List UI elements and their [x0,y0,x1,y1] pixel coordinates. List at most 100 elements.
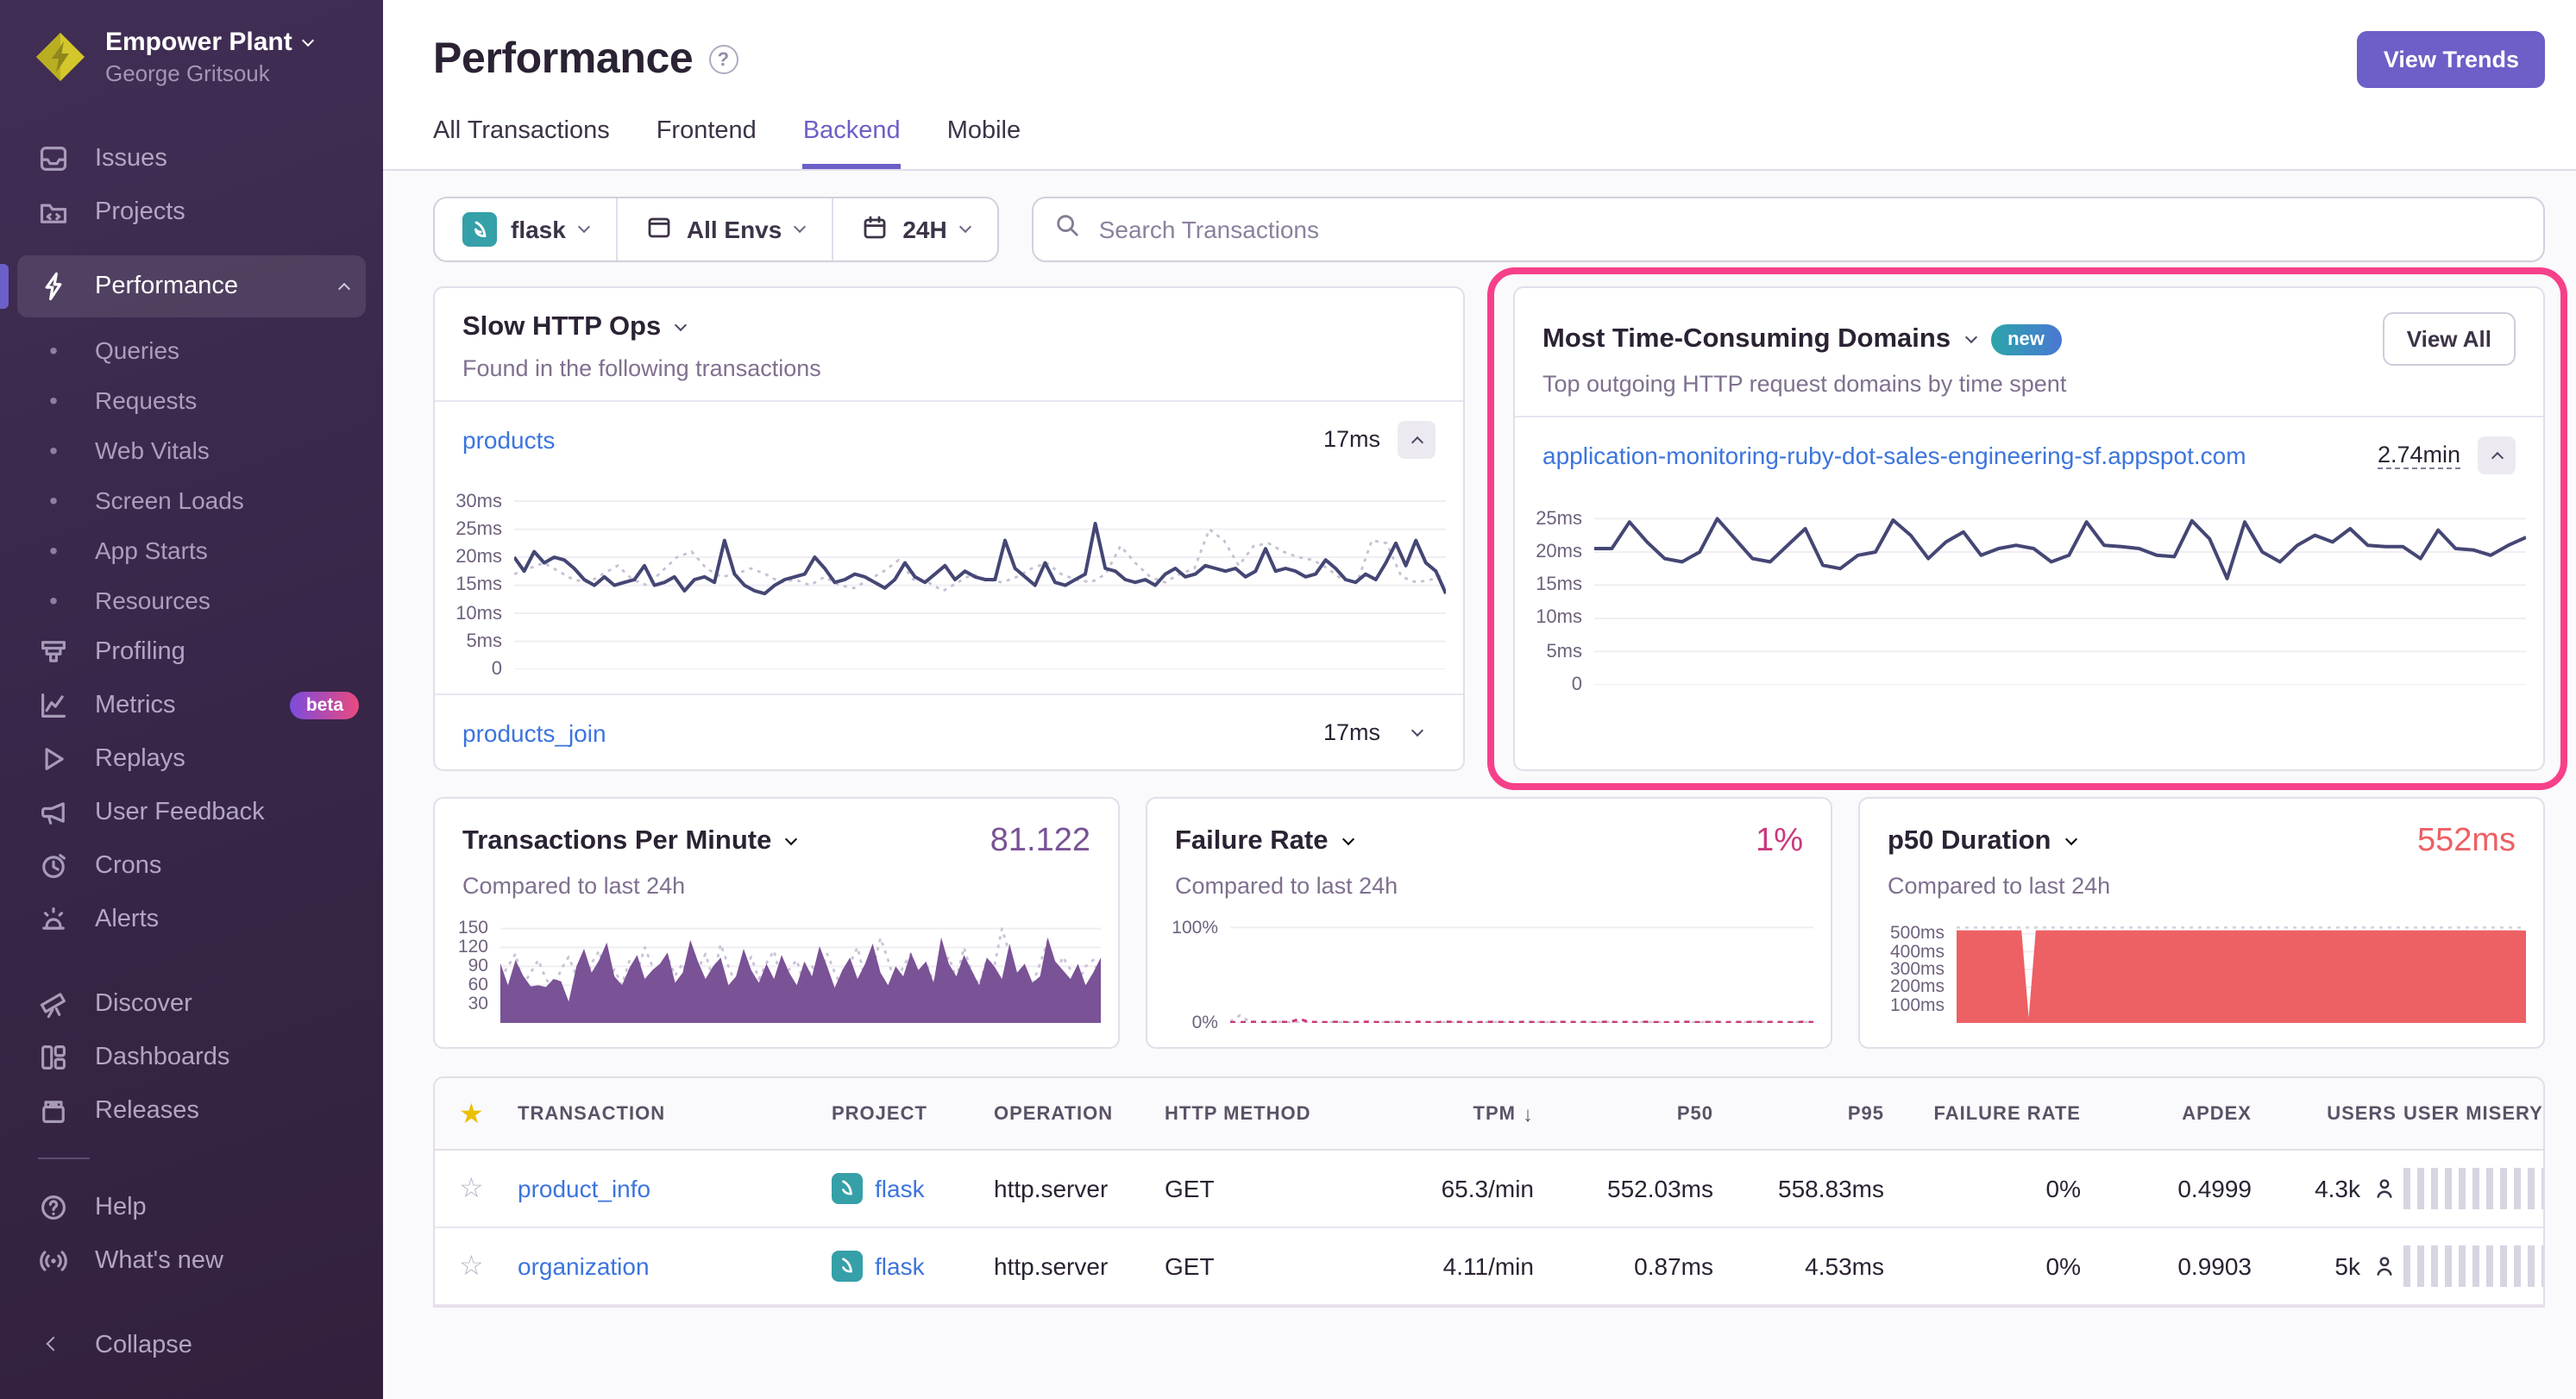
col-apdex[interactable]: APDEX [2088,1103,2252,1124]
bullet-icon: • [38,536,69,563]
sidebar-item-app-starts[interactable]: • App Starts [0,524,383,574]
clock-icon [38,850,69,881]
col-transaction[interactable]: TRANSACTION [518,1103,825,1124]
sidebar-item-performance[interactable]: Performance [17,255,366,317]
collapse-row-button[interactable] [1398,420,1436,458]
sidebar-item-web-vitals[interactable]: • Web Vitals [0,424,383,474]
cell-http-method: GET [1165,1252,1354,1280]
sidebar-item-label: Web Vitals [95,436,210,463]
widget-title: p50 Duration [1888,826,2051,857]
p50-title-dropdown[interactable]: p50 Duration [1888,826,2075,857]
sidebar-item-requests[interactable]: •Requests [0,374,383,424]
transaction-link-products[interactable]: products [462,425,555,453]
tpm-title-dropdown[interactable]: Transactions Per Minute [462,826,795,857]
flask-project-icon [832,1251,863,1282]
sidebar-item-screen-loads[interactable]: •Screen Loads [0,474,383,524]
search-transactions[interactable] [1032,197,2545,262]
sidebar-item-label: Crons [95,851,161,879]
sidebar-item-label: Replays [95,744,185,772]
tab-all-transactions[interactable]: All Transactions [433,117,610,169]
col-project[interactable]: PROJECT [832,1103,987,1124]
failure-rate-title-dropdown[interactable]: Failure Rate [1175,826,1352,857]
widget-subtitle: Compared to last 24h [435,861,1118,902]
sidebar-item-profiling[interactable]: Profiling [0,624,383,678]
widget-title: Most Time-Consuming Domains [1542,323,1951,354]
p50-duration-widget: p50 Duration 552ms Compared to last 24h … [1858,797,2545,1049]
col-p50[interactable]: P50 [1541,1103,1713,1124]
environment-filter[interactable]: All Envs [616,198,832,260]
sidebar-item-crons[interactable]: Crons [0,838,383,892]
star-outline-icon[interactable]: ☆ [459,1249,511,1283]
bullet-icon: • [38,436,69,463]
search-input[interactable] [1096,214,2523,245]
sidebar-item-discover[interactable]: Discover [0,976,383,1030]
sidebar-item-label: User Feedback [95,798,265,825]
widget-title: Transactions Per Minute [462,826,771,857]
chevron-down-icon [959,221,971,233]
cell-tpm: 65.3/min [1361,1175,1534,1202]
col-http-method[interactable]: HTTP METHOD [1165,1103,1354,1124]
transaction-link[interactable]: organization [518,1252,650,1280]
slow-http-ops-title-dropdown[interactable]: Slow HTTP Ops [462,312,1436,343]
app-root: Empower Plant George Gritsouk Issues Pro… [0,0,2576,1399]
sidebar-item-projects[interactable]: Projects [0,185,383,238]
sidebar-item-alerts[interactable]: Alerts [0,892,383,945]
page-help-icon[interactable]: ? [708,45,738,74]
tab-backend[interactable]: Backend [803,117,901,169]
collapse-row-button[interactable] [2478,436,2516,474]
sidebar-item-label: App Starts [95,536,208,563]
col-failure-rate[interactable]: FAILURE RATE [1891,1103,2081,1124]
view-trends-button[interactable]: View Trends [2358,31,2545,88]
dashboards-icon [38,1041,69,1072]
sidebar-item-user-feedback[interactable]: User Feedback [0,785,383,838]
col-p95[interactable]: P95 [1720,1103,1884,1124]
transaction-link-products-join[interactable]: products_join [462,718,606,746]
sidebar-item-replays[interactable]: Replays [0,731,383,785]
col-users[interactable]: USERS [2259,1103,2397,1124]
sidebar-item-issues[interactable]: Issues [0,131,383,185]
cell-p95: 558.83ms [1720,1175,1884,1202]
sidebar-item-queries[interactable]: •Queries [0,324,383,374]
sidebar-item-dashboards[interactable]: Dashboards [0,1030,383,1083]
sidebar-item-releases[interactable]: Releases [0,1083,383,1137]
sidebar-item-metrics[interactable]: Metrics beta [0,678,383,731]
transaction-link[interactable]: product_info [518,1175,650,1202]
org-switcher[interactable]: Empower Plant George Gritsouk [0,0,383,104]
replays-icon [38,743,69,774]
calendar-icon [861,213,889,246]
help-icon [38,1191,69,1222]
filter-bar: flask All Envs 24H [433,197,999,262]
projects-icon [38,196,69,227]
chevron-down-icon [794,221,806,233]
col-user-misery[interactable]: USER MISERY [2403,1103,2543,1124]
project-filter[interactable]: flask [435,198,616,260]
tab-frontend[interactable]: Frontend [657,117,757,169]
time-spent-value[interactable]: 2.74min [2378,441,2460,468]
divider [38,1157,90,1159]
slow-http-ops-chart: 30ms25ms20ms15ms10ms5ms0 [435,476,1463,693]
sidebar-collapse-button[interactable]: Collapse [0,1316,383,1375]
beta-badge: beta [291,691,359,718]
view-all-button[interactable]: View All [2383,312,2516,366]
domains-title-dropdown[interactable]: Most Time-Consuming Domains [1542,323,1975,354]
cell-users: 4.3k [2315,1175,2360,1202]
date-range-filter[interactable]: 24H [832,198,996,260]
star-filled-icon[interactable]: ★ [459,1096,511,1131]
sidebar-item-whats-new[interactable]: What's new [0,1233,383,1287]
search-icon [1054,212,1080,247]
star-outline-icon[interactable]: ☆ [459,1171,511,1206]
most-time-consuming-domains-widget: Most Time-Consuming Domains new View All… [1513,286,2545,771]
project-link[interactable]: flask [875,1175,925,1202]
sidebar-item-label: Performance [95,273,238,300]
project-link[interactable]: flask [875,1252,925,1280]
performance-icon [38,271,69,302]
col-operation[interactable]: OPERATION [994,1103,1158,1124]
col-tpm-sorted[interactable]: TPM↓ [1361,1101,1534,1126]
domain-link[interactable]: application-monitoring-ruby-dot-sales-en… [1542,441,2246,468]
tab-mobile[interactable]: Mobile [947,117,1021,169]
expand-row-button[interactable] [1398,713,1436,751]
widget-subtitle: Compared to last 24h [1147,861,1831,902]
sidebar-item-resources[interactable]: •Resources [0,574,383,624]
sidebar-item-help[interactable]: Help [0,1180,383,1233]
new-badge: new [1990,323,2062,354]
